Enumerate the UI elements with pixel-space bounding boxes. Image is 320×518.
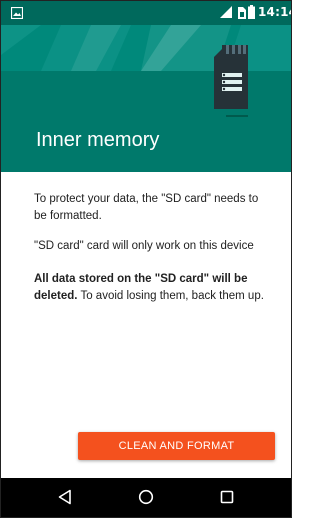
clean-and-format-button[interactable]: CLEAN AND FORMAT (78, 432, 275, 460)
format-explanation-text: To protect your data, the "SD card" need… (34, 193, 259, 222)
home-icon[interactable] (138, 489, 154, 510)
content-area: To protect your data, the "SD card" need… (1, 172, 291, 478)
gallery-icon (10, 6, 24, 24)
wifi-icon (219, 5, 233, 24)
page-title: Inner memory (36, 129, 160, 151)
recents-icon[interactable] (219, 489, 235, 510)
battery-icon (248, 5, 255, 24)
data-loss-warning-rest: To avoid losing them, back them up. (77, 290, 264, 302)
data-loss-warning-text: All data stored on the "SD card" will be… (34, 271, 270, 305)
status-bar: 14:14 (1, 1, 291, 25)
navigation-bar (1, 478, 291, 517)
sd-card-icon (212, 45, 252, 140)
device-only-notice-text: "SD card" card will only work on this de… (34, 240, 254, 252)
status-clock: 14:14 (258, 5, 291, 19)
device-screen: 14:14 (0, 0, 292, 518)
back-icon[interactable] (57, 489, 73, 510)
sim-icon (238, 6, 246, 24)
header: Inner memory (1, 25, 291, 172)
